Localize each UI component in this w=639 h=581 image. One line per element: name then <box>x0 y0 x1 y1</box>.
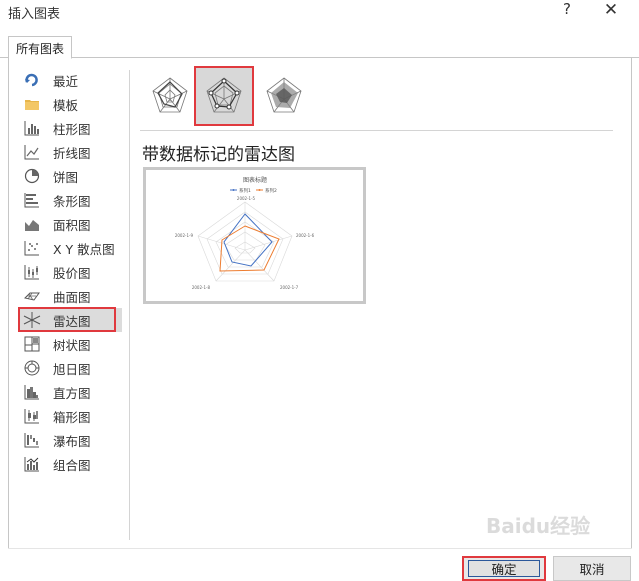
area-chart-icon <box>23 215 41 233</box>
ok-button[interactable]: 确定 <box>462 556 546 581</box>
sidebar-item-bar[interactable]: 条形图 <box>18 188 122 212</box>
scatter-chart-icon <box>23 239 41 257</box>
sidebar-item-stock[interactable]: 股价图 <box>18 260 122 284</box>
sidebar-item-line[interactable]: 折线图 <box>18 140 122 164</box>
subtype-filled-radar[interactable] <box>254 66 314 126</box>
axis-label-4: 2002-1-8 <box>192 285 211 290</box>
horizontal-divider <box>140 130 613 131</box>
sidebar-item-sunburst[interactable]: 旭日图 <box>18 356 122 380</box>
sidebar-item-combo[interactable]: 组合图 <box>18 452 122 476</box>
tab-all-charts[interactable]: 所有图表 <box>8 36 73 59</box>
chart-preview: 图表标题 系列1 系列2 2002-1-5 2002-1-6 2002-1-7 … <box>143 167 366 304</box>
legend-series-2: 系列2 <box>265 187 277 194</box>
stock-chart-icon <box>23 263 41 281</box>
ok-button-label: 确定 <box>468 560 540 577</box>
axis-label-1: 2002-1-5 <box>237 196 256 201</box>
sidebar-item-label: X Y 散点图 <box>53 241 115 257</box>
sidebar-item-label: 旭日图 <box>53 361 91 377</box>
preview-radar-chart: 图表标题 系列1 系列2 2002-1-5 2002-1-6 2002-1-7 … <box>175 176 315 290</box>
watermark: Baidu经验 <box>486 514 591 538</box>
subtype-radar-with-markers[interactable] <box>194 66 254 126</box>
box-chart-icon <box>23 407 41 425</box>
sidebar-item-label: 树状图 <box>53 337 91 353</box>
sidebar-item-scatter[interactable]: X Y 散点图 <box>18 236 122 260</box>
treemap-chart-icon <box>23 335 41 353</box>
column-chart-icon <box>23 119 41 137</box>
radar-markers-icon <box>206 77 242 113</box>
sidebar-item-area[interactable]: 面积图 <box>18 212 122 236</box>
filled-radar-icon <box>266 77 302 113</box>
sidebar-item-waterfall[interactable]: 瀑布图 <box>18 428 122 452</box>
sidebar-item-label: 瀑布图 <box>53 433 91 449</box>
sidebar-item-label: 柱形图 <box>53 121 91 137</box>
surface-chart-icon <box>23 287 41 305</box>
dialog-title: 插入图表 <box>8 7 61 22</box>
tab-strip: 所有图表 <box>0 36 639 59</box>
vertical-divider <box>129 70 130 540</box>
line-chart-icon <box>23 143 41 161</box>
sidebar-item-label: 直方图 <box>53 385 91 401</box>
axis-label-2: 2002-1-6 <box>296 233 315 238</box>
sidebar-item-pie[interactable]: 饼图 <box>18 164 122 188</box>
chart-type-list: 最近 模板 柱形图 折线图 饼图 条形图 面积图 X Y 散点图 股价图 曲面图… <box>18 68 122 476</box>
pie-chart-icon <box>23 167 41 185</box>
sidebar-item-column[interactable]: 柱形图 <box>18 116 122 140</box>
folder-icon <box>23 95 41 113</box>
sidebar-item-label: 饼图 <box>53 169 79 185</box>
recent-icon <box>23 71 41 89</box>
footer-divider <box>8 548 632 549</box>
sidebar-item-radar[interactable]: 雷达图 <box>18 307 122 332</box>
subtype-title: 带数据标记的雷达图 <box>142 145 295 165</box>
sidebar-item-label: 条形图 <box>53 193 91 209</box>
sidebar-item-treemap[interactable]: 树状图 <box>18 332 122 356</box>
sidebar-item-label: 模板 <box>53 97 79 113</box>
sunburst-chart-icon <box>23 359 41 377</box>
sidebar-item-histogram[interactable]: 直方图 <box>18 380 122 404</box>
help-button[interactable]: ? <box>558 0 576 22</box>
preview-title: 图表标题 <box>243 176 267 184</box>
chart-subtype-gallery <box>140 66 310 126</box>
sidebar-item-label: 最近 <box>53 73 79 89</box>
sidebar-item-label: 股价图 <box>53 265 91 281</box>
radar-icon <box>152 77 188 113</box>
bar-chart-icon <box>23 191 41 209</box>
sidebar-item-surface[interactable]: 曲面图 <box>18 284 122 308</box>
sidebar-item-label: 曲面图 <box>53 289 91 305</box>
histogram-chart-icon <box>23 383 41 401</box>
sidebar-item-label: 面积图 <box>53 217 91 233</box>
axis-label-5: 2002-1-9 <box>175 233 194 238</box>
preview-legend: 系列1 系列2 <box>230 187 277 194</box>
sidebar-item-label: 组合图 <box>53 457 91 473</box>
title-bar: 插入图表 ? ✕ <box>0 0 639 24</box>
sidebar-item-label: 折线图 <box>53 145 91 161</box>
waterfall-chart-icon <box>23 431 41 449</box>
subtype-radar[interactable] <box>140 66 200 126</box>
sidebar-item-label: 箱形图 <box>53 409 91 425</box>
sidebar-item-recent[interactable]: 最近 <box>18 68 122 92</box>
axis-label-3: 2002-1-7 <box>280 285 299 290</box>
selection-highlight <box>18 307 116 332</box>
combo-chart-icon <box>23 455 41 473</box>
close-button[interactable]: ✕ <box>600 0 622 22</box>
cancel-button[interactable]: 取消 <box>553 556 631 581</box>
legend-series-1: 系列1 <box>239 187 251 194</box>
sidebar-item-templates[interactable]: 模板 <box>18 92 122 116</box>
sidebar-item-box[interactable]: 箱形图 <box>18 404 122 428</box>
